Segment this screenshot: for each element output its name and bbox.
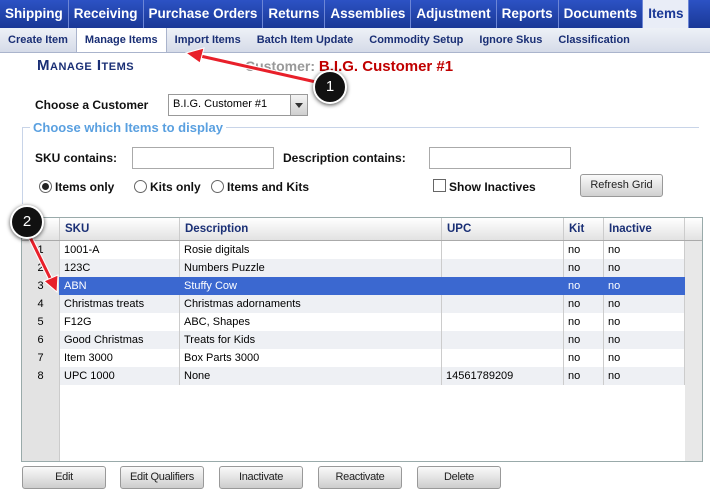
callout-badge-1: 1 [313,70,347,104]
callout-arrow-1 [184,47,317,85]
callout-badge-2: 2 [10,205,44,239]
callout-arrow-2 [25,231,59,294]
annotation-arrows [25,47,317,294]
